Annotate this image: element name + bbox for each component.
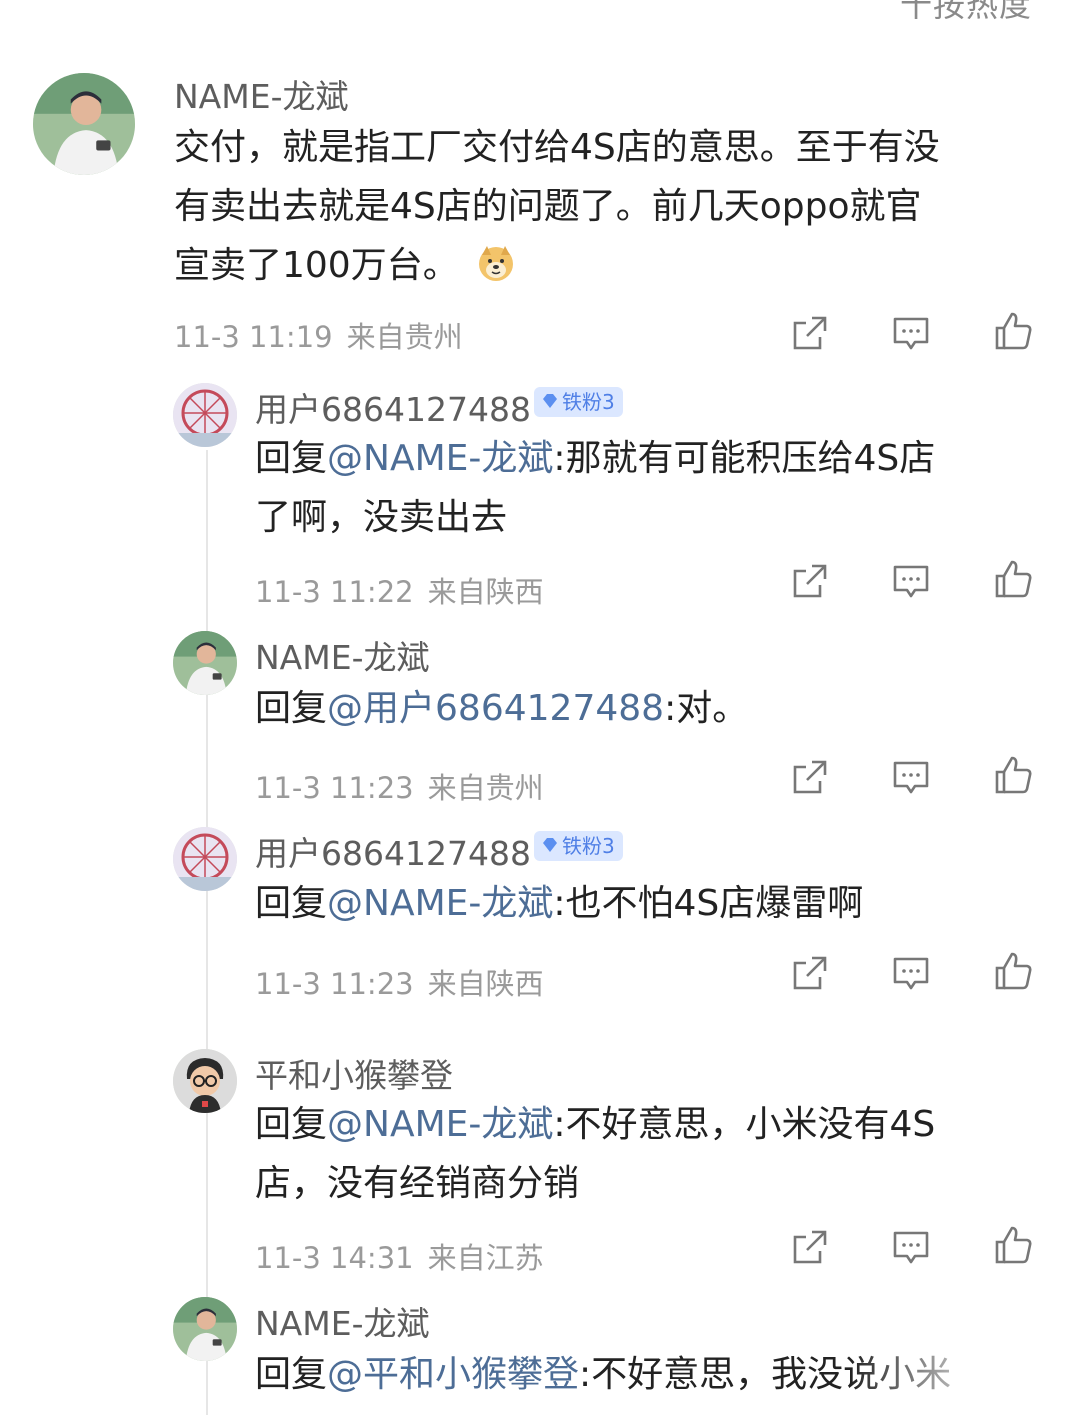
fan-badge-label: 铁粉3 bbox=[562, 390, 615, 414]
like-button[interactable] bbox=[993, 311, 1033, 351]
reply-author-name[interactable]: NAME-龙斌 bbox=[255, 631, 430, 679]
commenter-name[interactable]: NAME-龙斌 bbox=[174, 70, 349, 118]
like-icon bbox=[995, 756, 1032, 794]
avatar[interactable] bbox=[33, 73, 135, 175]
share-button[interactable] bbox=[790, 1227, 830, 1267]
mention-link[interactable]: @平和小猴攀登 bbox=[327, 1354, 579, 1395]
sort-by-heat-label[interactable]: 十按热度 bbox=[900, 0, 1032, 26]
diamond-icon bbox=[540, 389, 560, 419]
share-icon bbox=[793, 316, 827, 350]
share-icon bbox=[793, 956, 827, 990]
reply-time: 11-3 14:31 bbox=[255, 1241, 414, 1275]
comment-icon bbox=[893, 761, 929, 794]
reply-line: :不好意思，小米没有4S bbox=[553, 1104, 936, 1145]
reply-location: 来自陕西 bbox=[427, 575, 544, 609]
reply-line: :对。 bbox=[664, 688, 749, 729]
reply-prefix: 回复 bbox=[255, 1104, 328, 1145]
reply-meta: 11-3 11:23 来自陕西 bbox=[255, 961, 558, 1003]
avatar[interactable] bbox=[173, 631, 237, 695]
reply-line: 店，没有经销商分销 bbox=[255, 1163, 580, 1204]
mention-link[interactable]: @NAME-龙斌 bbox=[327, 438, 553, 479]
fan-badge: 铁粉3 bbox=[534, 831, 623, 861]
reply-prefix: 回复 bbox=[255, 438, 328, 479]
reply-time: 11-3 11:23 bbox=[255, 771, 414, 805]
reply-author-name[interactable]: NAME-龙斌 bbox=[255, 1297, 430, 1345]
comment-button[interactable] bbox=[891, 757, 931, 797]
like-button[interactable] bbox=[993, 1225, 1033, 1265]
comment-meta: 11-3 11:19 来自贵州 bbox=[174, 314, 477, 356]
like-icon bbox=[995, 1226, 1032, 1264]
reply-text: 回复@NAME-龙斌:不好意思，小米没有4S 店，没有经销商分销 bbox=[255, 1095, 1045, 1213]
reply-location: 来自江苏 bbox=[427, 1241, 544, 1275]
fade-overlay bbox=[850, 1355, 1073, 1413]
reply-author-name[interactable]: 用户6864127488 bbox=[255, 827, 531, 875]
comment-time: 11-3 11:19 bbox=[174, 320, 333, 354]
like-button[interactable] bbox=[993, 559, 1033, 599]
reply-meta: 11-3 11:23 来自贵州 bbox=[255, 765, 558, 807]
comment-line-with-emoji: 宣卖了100万台。 bbox=[174, 236, 1054, 295]
share-button[interactable] bbox=[790, 561, 830, 601]
reply-text: 回复@NAME-龙斌:也不怕4S店爆雷啊 bbox=[255, 874, 1045, 933]
share-button[interactable] bbox=[790, 953, 830, 993]
diamond-icon bbox=[540, 833, 560, 863]
like-icon bbox=[995, 312, 1032, 350]
share-icon bbox=[793, 760, 827, 794]
like-button[interactable] bbox=[993, 951, 1033, 991]
comment-icon bbox=[893, 317, 929, 350]
reply-text: 回复@用户6864127488:对。 bbox=[255, 679, 1045, 738]
like-icon bbox=[995, 952, 1032, 990]
reply-prefix: 回复 bbox=[255, 688, 328, 729]
reply-prefix: 回复 bbox=[255, 1354, 328, 1395]
reply-text: 回复@NAME-龙斌:那就有可能积压给4S店 了啊，没卖出去 bbox=[255, 429, 1045, 547]
comment-icon bbox=[893, 1231, 929, 1264]
comment-icon bbox=[893, 565, 929, 598]
comment-button[interactable] bbox=[891, 313, 931, 353]
share-icon bbox=[793, 1230, 827, 1264]
share-icon bbox=[793, 564, 827, 598]
mention-link[interactable]: @NAME-龙斌 bbox=[327, 883, 553, 924]
avatar[interactable] bbox=[173, 1049, 237, 1113]
avatar[interactable] bbox=[173, 383, 237, 447]
doge-emoji-icon bbox=[476, 242, 516, 282]
avatar[interactable] bbox=[173, 1297, 237, 1361]
comment-button[interactable] bbox=[891, 561, 931, 601]
reply-author-name[interactable]: 平和小猴攀登 bbox=[255, 1049, 453, 1097]
reply-prefix: 回复 bbox=[255, 883, 328, 924]
comment-button[interactable] bbox=[891, 953, 931, 993]
comment-line: 交付，就是指工厂交付给4S店的意思。至于有没 bbox=[174, 127, 940, 168]
mention-link[interactable]: @NAME-龙斌 bbox=[327, 1104, 553, 1145]
comment-line: 宣卖了100万台。 bbox=[174, 245, 459, 286]
comment-text: 交付，就是指工厂交付给4S店的意思。至于有没 有卖出去就是4S店的问题了。前几天… bbox=[174, 118, 1054, 295]
reply-time: 11-3 11:23 bbox=[255, 967, 414, 1001]
thread-line bbox=[206, 450, 208, 1415]
reply-line: 了啊，没卖出去 bbox=[255, 497, 508, 538]
reply-location: 来自贵州 bbox=[427, 771, 544, 805]
reply-meta: 11-3 11:22 来自陕西 bbox=[255, 569, 558, 611]
like-button[interactable] bbox=[993, 755, 1033, 795]
reply-location: 来自陕西 bbox=[427, 967, 544, 1001]
comment-button[interactable] bbox=[891, 1227, 931, 1267]
fan-badge: 铁粉3 bbox=[534, 387, 623, 417]
share-button[interactable] bbox=[790, 313, 830, 353]
reply-line: :那就有可能积压给4S店 bbox=[553, 438, 936, 479]
comment-icon bbox=[893, 957, 929, 990]
mention-link[interactable]: @用户6864127488 bbox=[327, 688, 664, 729]
reply-time: 11-3 11:22 bbox=[255, 575, 414, 609]
fan-badge-label: 铁粉3 bbox=[562, 834, 615, 858]
like-icon bbox=[995, 560, 1032, 598]
share-button[interactable] bbox=[790, 757, 830, 797]
comment-location: 来自贵州 bbox=[346, 320, 463, 354]
reply-meta: 11-3 14:31 来自江苏 bbox=[255, 1235, 558, 1277]
comment-line: 有卖出去就是4S店的问题了。前几天oppo就官 bbox=[174, 186, 922, 227]
avatar[interactable] bbox=[173, 827, 237, 891]
reply-line: :也不怕4S店爆雷啊 bbox=[553, 883, 864, 924]
reply-author-name[interactable]: 用户6864127488 bbox=[255, 383, 531, 431]
